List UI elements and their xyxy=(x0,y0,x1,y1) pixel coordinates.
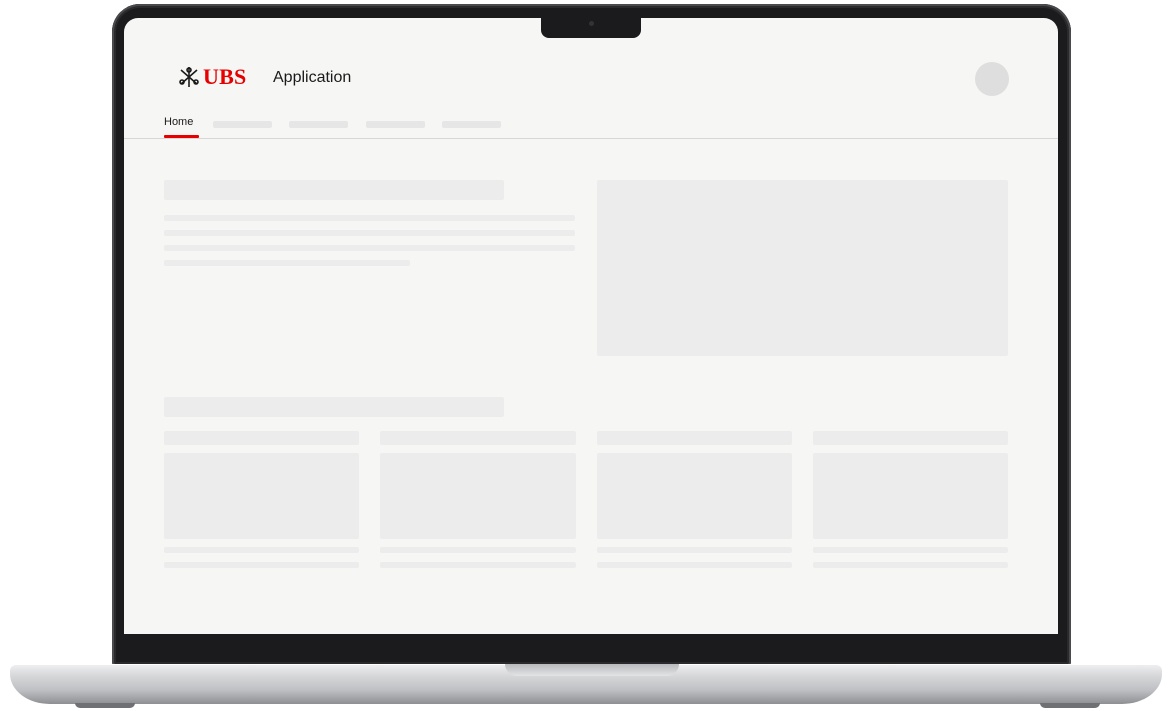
tab-placeholder[interactable] xyxy=(442,121,501,128)
app-screen: UBS Application Home xyxy=(124,18,1058,634)
card-image-skeleton xyxy=(813,453,1008,539)
laptop-mockup: UBS Application Home xyxy=(0,0,1175,711)
laptop-foot xyxy=(75,703,135,708)
heading-skeleton xyxy=(164,180,504,200)
text-line-skeleton xyxy=(164,260,410,266)
card-line-skeleton xyxy=(380,562,576,568)
active-tab-indicator xyxy=(164,135,199,138)
card-title-skeleton xyxy=(813,431,1008,445)
card-image-skeleton xyxy=(380,453,576,539)
card-line-skeleton xyxy=(597,547,792,553)
card-title-skeleton xyxy=(380,431,576,445)
card-image-skeleton xyxy=(597,453,792,539)
card-title-skeleton xyxy=(597,431,792,445)
hero-image-skeleton xyxy=(597,180,1008,356)
laptop-foot xyxy=(1040,703,1100,708)
user-avatar[interactable] xyxy=(975,62,1009,96)
text-line-skeleton xyxy=(164,230,575,236)
card-image-skeleton xyxy=(164,453,359,539)
card-line-skeleton xyxy=(380,547,576,553)
section-heading-skeleton xyxy=(164,397,504,417)
laptop-opening-notch xyxy=(505,664,679,676)
tab-placeholder[interactable] xyxy=(366,121,425,128)
card-line-skeleton xyxy=(164,562,359,568)
brand-name: UBS xyxy=(203,64,247,89)
tab-home[interactable]: Home xyxy=(164,116,193,134)
ubs-keys-icon xyxy=(179,67,199,87)
camera-notch xyxy=(541,15,641,38)
tab-placeholder[interactable] xyxy=(213,121,272,128)
app-title: Application xyxy=(273,69,352,86)
card-line-skeleton xyxy=(164,547,359,553)
card-line-skeleton xyxy=(813,562,1008,568)
text-line-skeleton xyxy=(164,245,575,251)
camera-lens xyxy=(589,21,594,26)
card-line-skeleton xyxy=(597,562,792,568)
text-line-skeleton xyxy=(164,215,575,221)
card-title-skeleton xyxy=(164,431,359,445)
ubs-logo[interactable]: UBS xyxy=(178,64,246,90)
tab-placeholder[interactable] xyxy=(289,121,348,128)
card-line-skeleton xyxy=(813,547,1008,553)
